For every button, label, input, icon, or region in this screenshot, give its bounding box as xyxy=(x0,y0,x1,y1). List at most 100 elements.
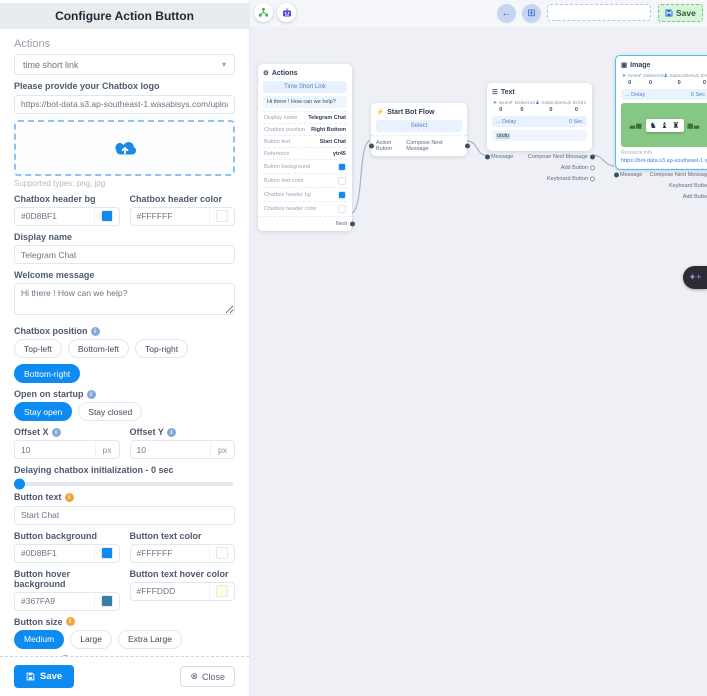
delay-slider[interactable] xyxy=(16,482,233,486)
delay-row[interactable]: ... Delay 0 Sec xyxy=(621,89,707,100)
offset-x-field[interactable]: 10 px xyxy=(14,440,120,459)
offset-y-label: Offset Y xyxy=(130,427,164,437)
button-text-hover-color-label: Button text hover color xyxy=(130,569,236,579)
display-name-input[interactable] xyxy=(14,245,235,264)
color-swatch[interactable] xyxy=(95,593,119,610)
size-option-medium[interactable]: Medium xyxy=(14,630,64,649)
input-port-dot[interactable] xyxy=(369,144,374,149)
input-port-dot[interactable] xyxy=(485,154,490,159)
output-port-dot[interactable] xyxy=(590,176,595,181)
logo-dropzone[interactable] xyxy=(14,120,235,176)
offset-x-label: Offset X xyxy=(14,427,49,437)
node-title: Start Bot Flow xyxy=(387,109,434,116)
output-port-label: Compose Next Message xyxy=(528,154,588,160)
ai-assistant-button[interactable]: ✦+ xyxy=(683,266,707,289)
output-port-dot[interactable] xyxy=(350,222,355,227)
toolbar-save-button[interactable]: Save xyxy=(658,4,703,22)
position-option-bottom-left[interactable]: Bottom-left xyxy=(68,339,129,358)
size-option-large[interactable]: Large xyxy=(70,630,112,649)
close-icon: ⊗ xyxy=(190,671,198,682)
save-icon xyxy=(665,9,673,17)
resource-info-label: Resource Info xyxy=(621,150,707,156)
color-swatch[interactable] xyxy=(95,545,119,562)
close-button-label: Close xyxy=(202,672,225,682)
output-port-dot[interactable] xyxy=(465,144,470,149)
position-option-top-left[interactable]: Top-left xyxy=(14,339,62,358)
welcome-message-label: Welcome message xyxy=(14,270,235,280)
button-hover-background-field[interactable]: #367FA9 xyxy=(14,592,120,611)
button-hover-background-swatch xyxy=(101,595,113,607)
output-port-label: Keyboard Button xyxy=(669,183,707,189)
image-node-ports: Message Compose Next Message Keyboard Bu… xyxy=(616,169,707,202)
node-row: Chatbox header color xyxy=(263,201,347,215)
button-text-input[interactable] xyxy=(14,506,235,525)
color-swatch[interactable] xyxy=(210,545,234,562)
chatbox-position-pills: Top-left Bottom-left Top-right Bottom-ri… xyxy=(14,339,235,383)
info-icon: i xyxy=(91,327,100,336)
flow-name-input[interactable] xyxy=(547,4,651,21)
save-icon xyxy=(26,672,35,681)
integrations-button[interactable] xyxy=(254,3,273,22)
color-swatch[interactable] xyxy=(210,583,234,600)
offset-x-value: 10 xyxy=(15,441,95,458)
color-swatch[interactable] xyxy=(95,208,119,225)
chatbox-header-color-field[interactable]: #FFFFFF xyxy=(130,207,236,226)
output-port-dot[interactable] xyxy=(590,165,595,170)
welcome-message-textarea[interactable]: Hi there ! How can we help? xyxy=(14,283,235,315)
position-option-top-right[interactable]: Top-right xyxy=(135,339,188,358)
delay-row[interactable]: ... Delay 0 Sec xyxy=(492,116,587,127)
grid-layout-button[interactable]: ⊞ xyxy=(522,4,541,23)
startup-option-stay-open[interactable]: Stay open xyxy=(14,402,72,421)
node-start-bot-flow[interactable]: ⚡Start Bot Flow Select Action Button Com… xyxy=(371,103,467,156)
button-text-color-label: Button text color xyxy=(130,531,236,541)
offset-y-unit: px xyxy=(210,441,234,458)
output-port-label: Compose Next Message xyxy=(650,172,707,178)
info-icon: i xyxy=(87,390,96,399)
node-image[interactable]: ▣Image ➤Sent0 ✔Delivered0 ♟Subscribers0 … xyxy=(615,55,707,170)
button-background-label: Button background xyxy=(14,531,120,541)
close-button[interactable]: ⊗ Close xyxy=(180,666,235,687)
text-content[interactable]: ututu xyxy=(492,130,587,141)
input-port-dot[interactable] xyxy=(614,172,619,177)
panel-title: Configure Action Button xyxy=(0,3,249,29)
resource-link[interactable]: https://bot-data.s3.ap-southeast-1.wasab… xyxy=(621,158,707,164)
sent-icon: ➤ xyxy=(622,73,626,79)
delay-label: ... Delay xyxy=(625,92,645,98)
slider-thumb[interactable] xyxy=(14,479,25,490)
position-option-bottom-right[interactable]: Bottom-right xyxy=(14,364,80,383)
chatbox-header-bg-field[interactable]: #0D8BF1 xyxy=(14,207,120,226)
startup-option-stay-closed[interactable]: Stay closed xyxy=(78,402,142,421)
button-text-hover-color-field[interactable]: #FFFDDD xyxy=(130,582,236,601)
button-size-pills: Medium Large Extra Large xyxy=(14,630,235,649)
bot-button[interactable] xyxy=(277,3,296,22)
image-preview[interactable]: ▃▅ ♞ ♝ ♜ ▅▃ xyxy=(621,103,707,147)
logo-url-input[interactable] xyxy=(14,95,235,114)
gear-icon: ⚙ xyxy=(263,69,269,77)
size-option-extra-large[interactable]: Extra Large xyxy=(118,630,182,649)
button-text-hover-color-value: #FFFDDD xyxy=(131,583,211,600)
undo-button[interactable]: ← xyxy=(497,4,516,23)
output-port-dot[interactable] xyxy=(590,154,595,159)
button-text-color-field[interactable]: #FFFFFF xyxy=(130,544,236,563)
info-icon: i xyxy=(65,493,74,502)
next-port[interactable]: Next xyxy=(258,216,352,231)
button-background-swatch xyxy=(101,547,113,559)
offset-y-field[interactable]: 10 px xyxy=(130,440,236,459)
actions-select[interactable]: time short link ▾ xyxy=(14,54,235,75)
cloud-upload-icon xyxy=(110,137,140,158)
subscribers-icon: ♟ xyxy=(535,100,539,106)
output-port-label: Keyboard Button xyxy=(547,176,588,182)
flow-canvas[interactable]: ← ⊞ Save ⚙Actions Time Short Link Hi the… xyxy=(250,0,707,696)
delivered-icon: ✔ xyxy=(509,100,513,106)
save-button[interactable]: Save xyxy=(14,665,74,688)
color-swatch[interactable] xyxy=(210,208,234,225)
open-on-startup-pills: Stay open Stay closed xyxy=(14,402,235,421)
select-button[interactable]: Select xyxy=(376,120,462,132)
info-icon: i xyxy=(167,428,176,437)
port-row: Add Button xyxy=(616,191,707,202)
port-row: Message Compose Next Message xyxy=(487,151,592,162)
node-actions[interactable]: ⚙Actions Time Short Link Hi there ! How … xyxy=(258,64,352,231)
delay-value: 0 Sec xyxy=(569,119,583,125)
node-text[interactable]: ☰Text ➤Sent0 ✔Delivered0 ♟Subscribers0 ⚠… xyxy=(487,83,592,151)
button-background-field[interactable]: #0D8BF1 xyxy=(14,544,120,563)
